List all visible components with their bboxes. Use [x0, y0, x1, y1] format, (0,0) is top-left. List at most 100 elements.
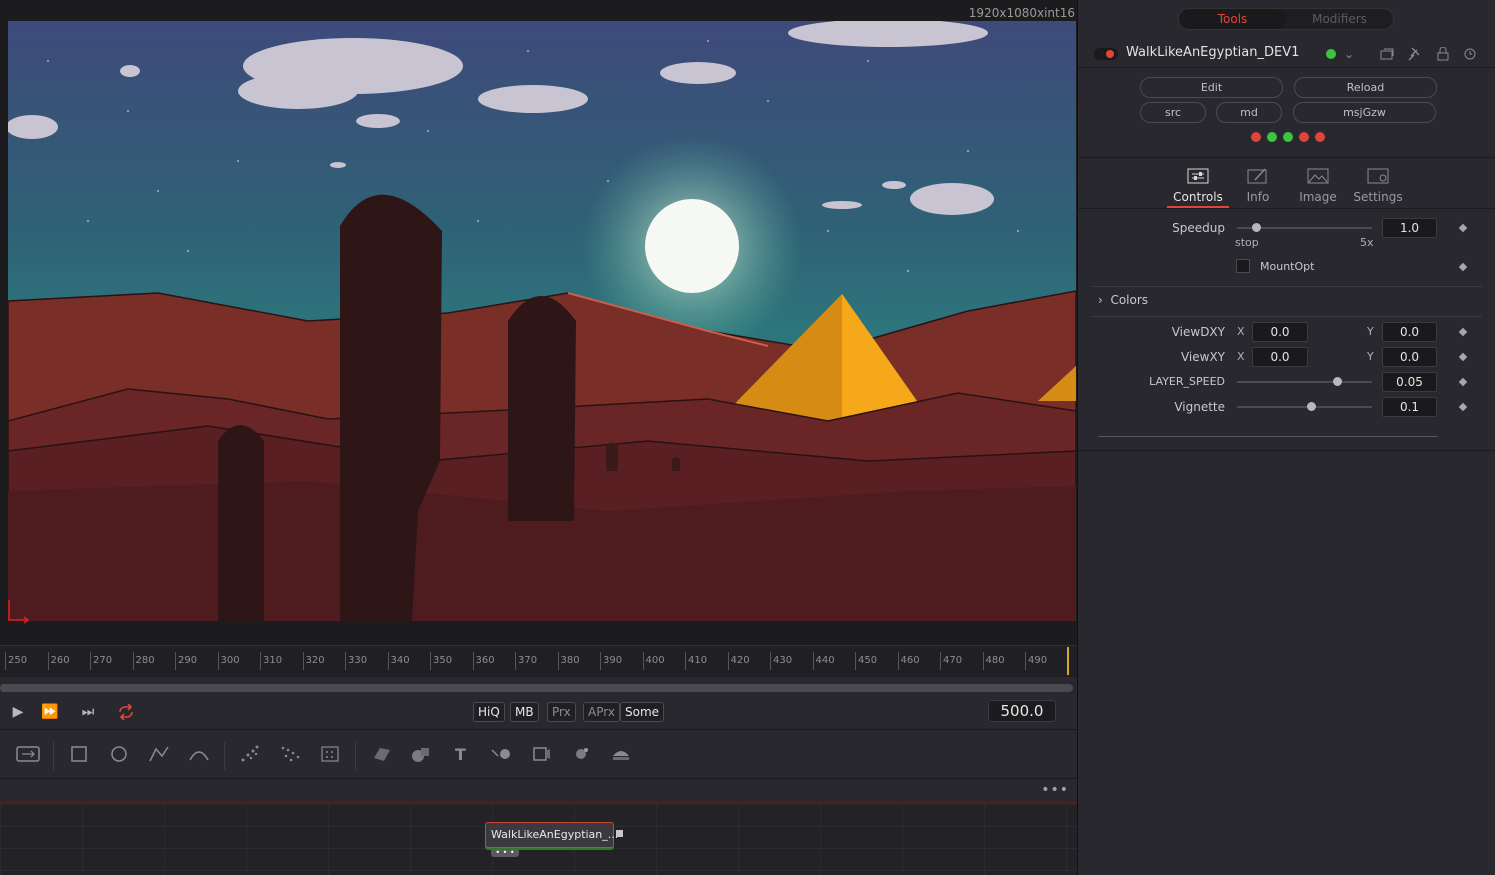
viewer-image[interactable]: [8, 21, 1076, 621]
tab-modifiers[interactable]: Modifiers: [1286, 9, 1393, 29]
color-dot[interactable]: [1283, 132, 1293, 142]
edit-button[interactable]: Edit: [1140, 77, 1283, 98]
tab-tools[interactable]: Tools: [1179, 9, 1286, 29]
vignette-slider-knob[interactable]: [1307, 402, 1317, 411]
image-plane-3d-icon[interactable]: [367, 740, 395, 768]
viewer-resolution-label: 1920x1080xint16: [968, 6, 1075, 20]
reset-icon[interactable]: [1463, 47, 1477, 61]
playhead[interactable]: [1067, 647, 1073, 675]
mb-button[interactable]: MB: [510, 702, 539, 722]
tool-toggle-icon[interactable]: [14, 740, 42, 768]
tab-info[interactable]: Info: [1227, 164, 1289, 208]
particle-render-icon[interactable]: [276, 740, 304, 768]
chevron-down-icon[interactable]: ⌄: [1342, 47, 1356, 61]
loop-icon[interactable]: [115, 703, 137, 721]
tab-controls-label: Controls: [1173, 190, 1223, 204]
renderer-3d-icon[interactable]: [607, 740, 635, 768]
light-3d-icon[interactable]: [567, 740, 595, 768]
collapse-icon[interactable]: [1380, 47, 1394, 61]
timeline-ruler[interactable]: 250 260 270 280 290 300 310 320 330 340 350 360 370 3…: [0, 645, 1077, 677]
speedup-label: Speedup: [1172, 221, 1225, 235]
prx-button[interactable]: Prx: [547, 702, 576, 722]
fast-forward-icon[interactable]: ⏩: [39, 703, 61, 721]
some-button[interactable]: Some: [620, 702, 665, 722]
layer-speed-slider-knob[interactable]: [1332, 377, 1342, 386]
text-3d-icon[interactable]: T: [447, 740, 475, 768]
tool-node[interactable]: WalkLikeAnEgyptian_...: [485, 822, 618, 848]
pin-icon[interactable]: [1408, 47, 1422, 61]
viewxy-y-field[interactable]: 0.0: [1382, 347, 1437, 367]
keyframe-diamond-icon[interactable]: [1458, 223, 1468, 233]
viewdxy-x-field[interactable]: 0.0: [1252, 322, 1308, 342]
node-editor-header: •••: [0, 779, 1077, 803]
timeline-tick: 480: [982, 652, 1005, 670]
particle-emitter-icon[interactable]: [236, 740, 264, 768]
color-dot[interactable]: [1315, 132, 1325, 142]
keyframe-diamond-icon[interactable]: [1458, 262, 1468, 272]
keyframe-diamond-icon[interactable]: [1458, 352, 1468, 362]
viewer-panel[interactable]: 1920x1080xint16: [0, 0, 1077, 645]
keyframe-diamond-icon[interactable]: [1458, 327, 1468, 337]
tool-enable-toggle[interactable]: [1094, 48, 1118, 60]
speedup-slider-knob[interactable]: [1251, 223, 1261, 232]
timeline-tick: 450: [855, 652, 877, 670]
timeline-tick: 300: [217, 652, 240, 670]
divider: [1078, 450, 1495, 451]
timeline-tick: 420: [727, 652, 750, 670]
toolbar-separator: [355, 742, 356, 770]
vignette-value[interactable]: 0.1: [1382, 397, 1437, 417]
play-icon[interactable]: ▶: [7, 703, 29, 721]
viewdxy-y-field[interactable]: 0.0: [1382, 322, 1437, 342]
keyframe-diamond-icon[interactable]: [1458, 402, 1468, 412]
tab-image-label: Image: [1299, 190, 1337, 204]
ellipse-mask-icon[interactable]: [105, 740, 133, 768]
timeline-tick: 340: [387, 652, 410, 670]
current-frame-field[interactable]: 500.0: [988, 700, 1056, 722]
keyframe-diamond-icon[interactable]: [1458, 377, 1468, 387]
layer-speed-slider[interactable]: [1237, 377, 1372, 386]
settings-icon: [1367, 168, 1389, 184]
lock-icon[interactable]: [1436, 46, 1450, 61]
msjgzw-button[interactable]: msjGzw: [1293, 102, 1436, 123]
viewxy-y-label: Y: [1367, 350, 1374, 363]
node-editor[interactable]: WalkLikeAnEgyptian_... • • •: [0, 804, 1077, 875]
colors-section-toggle[interactable]: › Colors: [1098, 293, 1148, 307]
timeline-scrubber[interactable]: [0, 684, 1073, 692]
tab-info-label: Info: [1246, 190, 1270, 204]
speedup-value[interactable]: 1.0: [1382, 218, 1437, 238]
node-input-ports[interactable]: • • •: [491, 849, 519, 857]
node-output-port[interactable]: [616, 830, 623, 837]
color-dot[interactable]: [1251, 132, 1261, 142]
toolbar-separator: [224, 742, 225, 770]
tool-color-icon[interactable]: [1326, 49, 1336, 59]
hiq-button[interactable]: HiQ: [473, 702, 505, 722]
vignette-slider[interactable]: [1237, 402, 1372, 411]
colors-section-label: Colors: [1110, 293, 1149, 307]
color-dot[interactable]: [1299, 132, 1309, 142]
reload-button[interactable]: Reload: [1294, 77, 1437, 98]
bspline-mask-icon[interactable]: [185, 740, 213, 768]
tab-image[interactable]: Image: [1287, 164, 1349, 208]
color-dot[interactable]: [1267, 132, 1277, 142]
timeline-tick: 380: [557, 652, 580, 670]
merge-3d-icon[interactable]: [487, 740, 515, 768]
speedup-slider[interactable]: [1237, 223, 1372, 232]
viewxy-x-field[interactable]: 0.0: [1252, 347, 1308, 367]
skip-to-end-icon[interactable]: ⏭: [77, 703, 99, 721]
camera-3d-icon[interactable]: [527, 740, 555, 768]
md-button[interactable]: md: [1216, 102, 1282, 123]
src-button[interactable]: src: [1140, 102, 1206, 123]
layer-speed-value[interactable]: 0.05: [1382, 372, 1437, 392]
polygon-mask-icon[interactable]: [145, 740, 173, 768]
tab-settings[interactable]: Settings: [1347, 164, 1409, 208]
tab-controls[interactable]: Controls: [1167, 164, 1229, 208]
viewdxy-y-label: Y: [1367, 325, 1374, 338]
timeline-tick: 370: [515, 652, 537, 670]
more-options-icon[interactable]: •••: [1041, 782, 1069, 798]
particle-grid-icon[interactable]: [316, 740, 344, 768]
mountopt-checkbox[interactable]: [1236, 259, 1250, 273]
aprx-button[interactable]: APrx: [583, 702, 620, 722]
shape-3d-icon[interactable]: [407, 740, 435, 768]
rectangle-mask-icon[interactable]: [65, 740, 93, 768]
inspector-tabs: Controls Info Image Settings: [1078, 157, 1495, 209]
